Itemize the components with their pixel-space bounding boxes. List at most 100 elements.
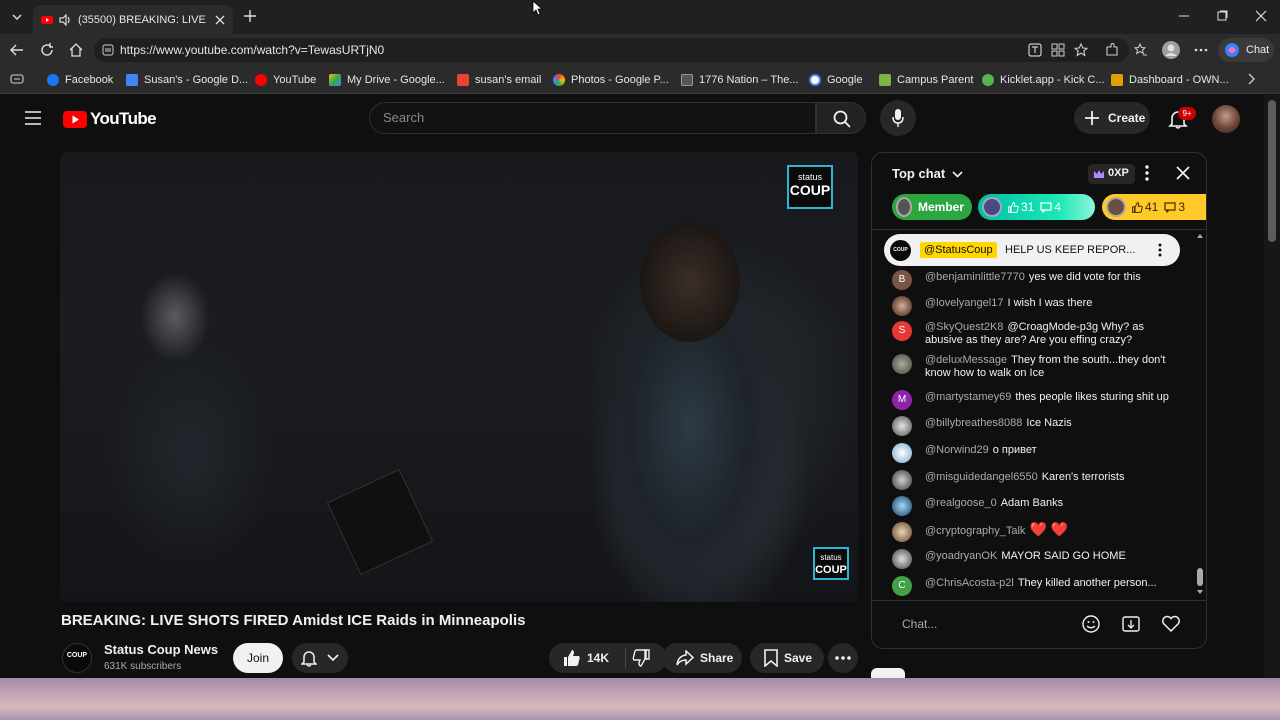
- google-drive-icon: [329, 74, 341, 86]
- pinned-text: HELP US KEEP REPOR...: [1005, 244, 1136, 256]
- url-input[interactable]: https://www.youtube.com/watch?v=TewasURT…: [94, 38, 1129, 62]
- bookmark-facebook[interactable]: Facebook: [47, 72, 113, 88]
- emoji-icon[interactable]: [1082, 615, 1100, 633]
- save-button[interactable]: Save: [750, 643, 824, 673]
- more-actions-button[interactable]: [828, 643, 858, 673]
- bookmark-kicklet[interactable]: Kicklet.app - Kick C...: [982, 72, 1105, 88]
- top-chat-dropdown[interactable]: Top chat: [892, 166, 963, 181]
- chat-message[interactable]: @Norwind29 о привет: [892, 443, 1192, 463]
- bookmarks-overflow-chevron-icon[interactable]: [1246, 73, 1256, 85]
- new-tab-icon[interactable]: [243, 9, 257, 23]
- apps-grid-icon[interactable]: [1051, 43, 1065, 57]
- video-player[interactable]: status COUP status COUP: [60, 152, 858, 602]
- ticker-comments: 4: [1054, 200, 1062, 214]
- join-button[interactable]: Join: [233, 643, 283, 673]
- chat-author[interactable]: @lovelyangel17: [925, 297, 1003, 309]
- chat-message[interactable]: @misguidedangel6550 Karen's terrorists: [892, 470, 1192, 490]
- account-avatar[interactable]: [1212, 105, 1240, 133]
- close-tab-icon[interactable]: [215, 15, 225, 25]
- chat-message[interactable]: C @ChrisAcosta-p2l They killed another pe…: [892, 576, 1192, 596]
- minimize-window-icon[interactable]: [1178, 10, 1190, 22]
- chat-input[interactable]: Chat...: [902, 617, 937, 631]
- ticker-member-label: Member: [917, 200, 964, 214]
- google-docs-icon: [126, 74, 138, 86]
- chat-message[interactable]: B @benjaminlittle7770 yes we did vote for…: [892, 270, 1192, 290]
- translate-icon[interactable]: [1028, 43, 1042, 57]
- more-menu-icon[interactable]: [1194, 43, 1208, 57]
- reload-icon[interactable]: [40, 43, 54, 57]
- reading-list-icon[interactable]: [10, 73, 24, 85]
- chat-more-options-icon[interactable]: [1145, 165, 1149, 181]
- chat-author[interactable]: @Norwind29: [925, 444, 989, 456]
- bookmark-google[interactable]: Google: [809, 72, 862, 88]
- chat-author[interactable]: @misguidedangel6550: [925, 471, 1038, 483]
- chat-author[interactable]: @yoadryanOK: [925, 550, 997, 562]
- chat-author[interactable]: @martystamey69: [925, 391, 1011, 403]
- speaker-icon[interactable]: [59, 13, 72, 26]
- site-info-icon[interactable]: [102, 44, 114, 56]
- page-scrollbar-thumb[interactable]: [1268, 100, 1276, 242]
- bookmark-google-docs[interactable]: Susan's - Google D...: [126, 72, 248, 88]
- chat-message[interactable]: @realgoose_0 Adam Banks: [892, 496, 1192, 516]
- youtube-logo[interactable]: YouTube: [63, 109, 157, 129]
- channel-name[interactable]: Status Coup News: [104, 642, 218, 657]
- bookmark-1776-nation[interactable]: 1776 Nation – The...: [681, 72, 798, 88]
- chat-message[interactable]: @lovelyangel17 I wish I was there: [892, 296, 1192, 316]
- close-window-icon[interactable]: [1255, 10, 1267, 22]
- home-icon[interactable]: [69, 43, 83, 57]
- chat-author[interactable]: @benjaminlittle7770: [925, 271, 1025, 283]
- bookmark-label: Campus Parent: [897, 74, 974, 86]
- chat-message[interactable]: @cryptography_Talk ❤️ ❤️: [892, 522, 1192, 542]
- extensions-icon[interactable]: [1105, 43, 1119, 57]
- copilot-chat-button[interactable]: Chat: [1218, 38, 1274, 62]
- chat-scrollbar[interactable]: [1196, 232, 1203, 596]
- bookmark-campus-parent[interactable]: Campus Parent: [879, 72, 973, 88]
- search-button[interactable]: [816, 102, 866, 134]
- super-chat-icon[interactable]: [1122, 615, 1140, 633]
- chat-message[interactable]: @yoadryanOK MAYOR SAID GO HOME: [892, 549, 1192, 569]
- chat-message[interactable]: @billybreathes8088 Ice Nazis: [892, 416, 1192, 436]
- copilot-chat-label: Chat: [1246, 44, 1270, 56]
- bookmark-dashboard[interactable]: Dashboard - OWN...: [1111, 72, 1229, 88]
- favorites-list-icon[interactable]: [1134, 43, 1148, 57]
- pinned-message-banner[interactable]: COUP @StatusCoup HELP US KEEP REPOR...: [884, 234, 1180, 266]
- like-button[interactable]: 14K: [549, 643, 667, 673]
- tab-actions-chevron-icon[interactable]: [10, 10, 24, 24]
- ticker-item-1[interactable]: 31 4: [978, 194, 1095, 220]
- browser-tab-active[interactable]: (35500) BREAKING: LIVE SHOT: [33, 5, 233, 34]
- chat-author[interactable]: @realgoose_0: [925, 497, 997, 509]
- chat-author[interactable]: @SkyQuest2K8: [925, 321, 1003, 333]
- share-button[interactable]: Share: [662, 643, 742, 673]
- favorite-star-icon[interactable]: [1074, 43, 1088, 57]
- pinned-more-icon[interactable]: [1158, 243, 1162, 257]
- bookmark-youtube[interactable]: YouTube: [255, 72, 316, 88]
- ticker-member[interactable]: Member: [892, 194, 972, 220]
- heart-reaction-icon[interactable]: [1161, 615, 1181, 633]
- chevron-down-icon: [327, 654, 339, 662]
- chat-author[interactable]: @deluxMessage: [925, 354, 1007, 366]
- bookmark-google-photos[interactable]: Photos - Google P...: [553, 72, 669, 88]
- chat-author[interactable]: @ChrisAcosta-p2l: [925, 577, 1014, 589]
- chat-author[interactable]: @cryptography_Talk: [925, 525, 1025, 537]
- chat-author[interactable]: @billybreathes8088: [925, 417, 1022, 429]
- xp-badge[interactable]: 0XP: [1088, 164, 1135, 184]
- bookmark-my-drive[interactable]: My Drive - Google...: [329, 72, 445, 88]
- chat-message[interactable]: @deluxMessage They from the south...they …: [892, 354, 1192, 382]
- subscription-bell-button[interactable]: [292, 643, 348, 673]
- maximize-window-icon[interactable]: [1216, 10, 1228, 22]
- profile-avatar-icon[interactable]: [1161, 40, 1181, 60]
- hamburger-menu-icon[interactable]: [25, 111, 41, 125]
- search-input[interactable]: Search: [369, 102, 816, 134]
- create-button[interactable]: Create: [1074, 102, 1150, 134]
- ticker-item-2[interactable]: 41 3: [1102, 194, 1206, 220]
- close-chat-icon[interactable]: [1176, 166, 1190, 180]
- chat-message[interactable]: S @SkyQuest2K8 @CroagMode-p3g Why? as abu…: [892, 321, 1192, 349]
- chat-text: о привет: [992, 444, 1037, 456]
- voice-search-button[interactable]: [880, 100, 916, 136]
- bookmark-email[interactable]: susan's email: [457, 72, 541, 88]
- thumbs-down-icon[interactable]: [632, 649, 650, 667]
- channel-avatar[interactable]: COUP: [62, 643, 92, 673]
- chat-message[interactable]: M @martystamey69 thes people likes sturin…: [892, 390, 1192, 410]
- pinned-author[interactable]: @StatusCoup: [920, 242, 997, 258]
- back-arrow-icon[interactable]: [10, 43, 24, 57]
